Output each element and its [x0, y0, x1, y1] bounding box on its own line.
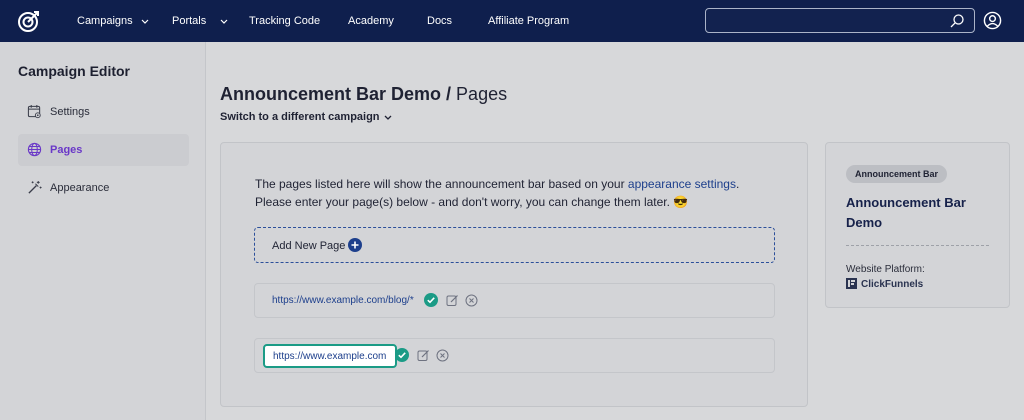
remove-icon[interactable]: [436, 349, 449, 362]
sidebar-item-settings[interactable]: Settings: [18, 96, 189, 128]
calendar-settings-icon: [27, 104, 41, 119]
intro-text-part: The pages listed here will show the anno…: [255, 177, 628, 191]
card-divider: [846, 245, 989, 246]
chevron-down-icon: [141, 19, 149, 24]
clickfunnels-logo-icon: [846, 278, 857, 289]
brand-logo-icon[interactable]: [17, 9, 41, 33]
add-new-page-label: Add New Page: [272, 240, 346, 252]
sidebar-item-label: Appearance: [50, 182, 110, 194]
nav-campaigns-label: Campaigns: [77, 15, 133, 27]
switch-campaign-label: Switch to a different campaign: [220, 111, 380, 123]
sidebar-title: Campaign Editor: [18, 63, 131, 79]
globe-icon: [27, 142, 42, 157]
check-circle-icon[interactable]: [395, 348, 409, 362]
chevron-down-icon: [220, 19, 228, 24]
remove-icon[interactable]: [465, 294, 478, 307]
search-icon[interactable]: [949, 13, 965, 29]
pages-panel: The pages listed here will show the anno…: [220, 142, 808, 407]
nav-academy[interactable]: Academy: [348, 0, 394, 42]
plus-circle-icon: [348, 238, 362, 252]
top-navbar: Campaigns Portals Tracking Code Academy …: [0, 0, 1024, 42]
page-title: Announcement Bar Demo / Pages: [220, 84, 507, 105]
card-campaign-title: Announcement Bar Demo: [846, 195, 966, 230]
nav-portals[interactable]: Portals: [172, 0, 228, 42]
appearance-settings-link[interactable]: appearance settings: [628, 177, 736, 191]
section-name: Pages: [456, 84, 508, 104]
sidebar-item-pages[interactable]: Pages: [18, 134, 189, 166]
intro-line-2: Please enter your page(s) below - and do…: [255, 195, 689, 209]
campaign-info-card: Announcement Bar Announcement Bar Demo W…: [825, 142, 1010, 308]
sidebar: Campaign Editor Settings Pages Appearanc…: [0, 42, 206, 420]
page-row: [254, 338, 775, 373]
title-separator: /: [441, 84, 457, 104]
edit-icon[interactable]: [417, 349, 430, 362]
nav-portals-label: Portals: [172, 15, 207, 27]
check-circle-icon[interactable]: [424, 293, 438, 307]
intro-text-end: .: [735, 177, 740, 191]
sidebar-item-label: Pages: [50, 144, 83, 156]
search-box: [705, 8, 975, 33]
add-new-page-button[interactable]: Add New Page: [254, 227, 775, 263]
platform-name: ClickFunnels: [861, 279, 924, 290]
nav-affiliate-program[interactable]: Affiliate Program: [488, 0, 569, 42]
nav-docs[interactable]: Docs: [427, 0, 452, 42]
switch-campaign-link[interactable]: Switch to a different campaign: [220, 111, 392, 123]
platform-value: ClickFunnels: [846, 278, 923, 290]
page-row: https://www.example.com/blog/*: [254, 283, 775, 318]
nav-tracking-code[interactable]: Tracking Code: [249, 0, 320, 42]
platform-label: Website Platform:: [846, 264, 925, 275]
magic-wand-icon: [28, 180, 42, 194]
sidebar-item-appearance[interactable]: Appearance: [18, 172, 189, 204]
page-url[interactable]: https://www.example.com/blog/*: [272, 295, 414, 306]
edit-icon[interactable]: [446, 294, 459, 307]
user-circle-icon[interactable]: [983, 11, 1002, 30]
search-input[interactable]: [714, 13, 944, 29]
campaign-type-badge: Announcement Bar: [846, 165, 948, 183]
intro-text: The pages listed here will show the anno…: [255, 175, 775, 211]
page-url-input[interactable]: [263, 344, 397, 368]
campaign-name: Announcement Bar Demo: [220, 84, 442, 104]
sidebar-item-label: Settings: [50, 106, 90, 118]
nav-campaigns[interactable]: Campaigns: [77, 0, 149, 42]
chevron-down-icon: [384, 115, 391, 120]
